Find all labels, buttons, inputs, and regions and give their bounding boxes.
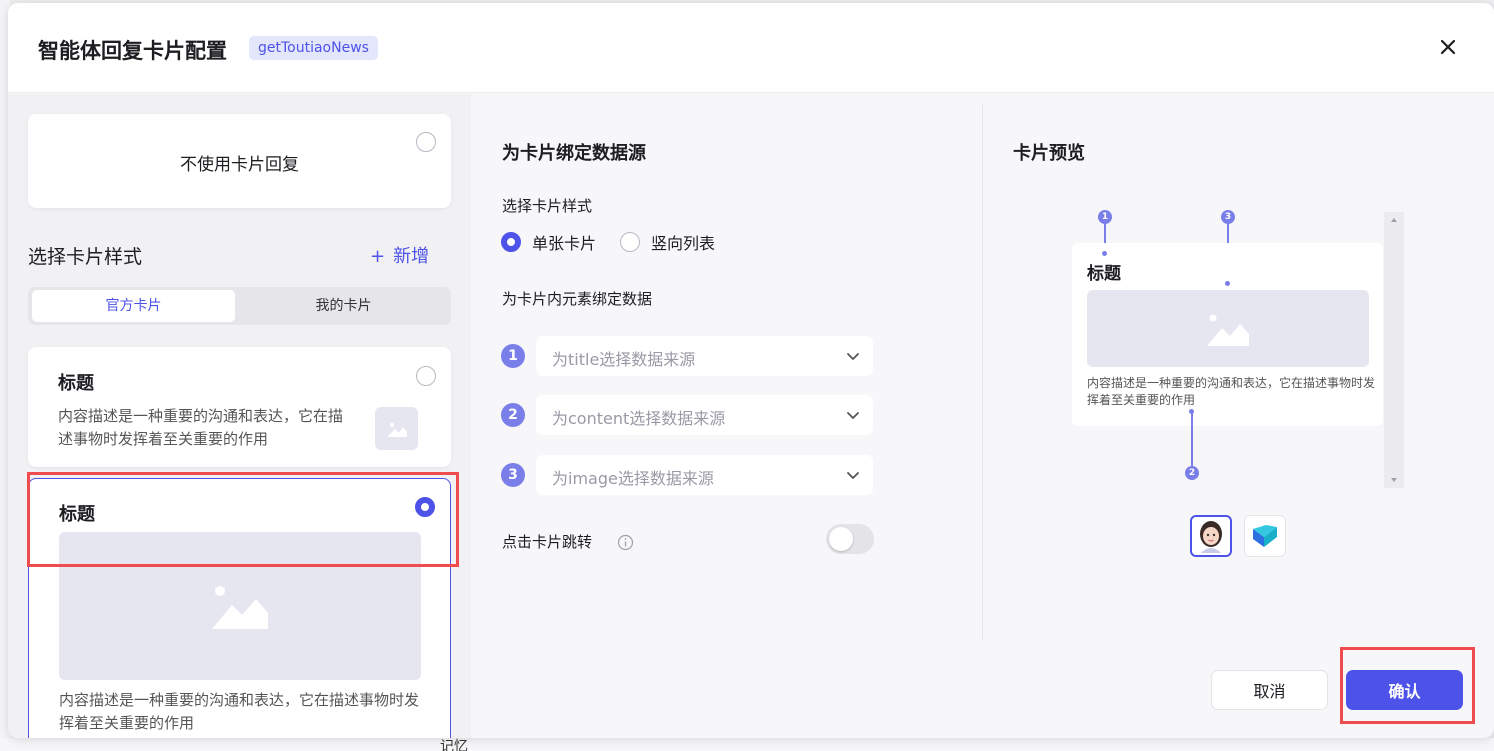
card-template-title: 标题 xyxy=(59,504,95,525)
preview-avatar-platform[interactable] xyxy=(1244,515,1286,557)
card-image-placeholder xyxy=(59,532,421,680)
preview-card-desc: 内容描述是一种重要的沟通和表达，它在描述事物时发挥着至关重要的作用 xyxy=(1087,376,1376,407)
bind-elements-label: 为卡片内元素绑定数据 xyxy=(502,290,653,308)
background-page-bottom xyxy=(0,738,1494,751)
card-template-radio[interactable] xyxy=(416,366,436,386)
plus-icon: + xyxy=(370,246,386,267)
image-placeholder-icon xyxy=(1207,314,1249,346)
chevron-down-icon xyxy=(847,353,859,360)
single-card-radio[interactable] xyxy=(501,232,521,252)
card-template-desc: 内容描述是一种重要的沟通和表达，它在描述事物时发挥着至关重要的作用 xyxy=(58,407,344,448)
info-icon[interactable] xyxy=(617,534,634,551)
title-source-select[interactable]: 为title选择数据来源 xyxy=(536,336,873,376)
card-template-radio-selected[interactable] xyxy=(415,497,435,517)
preview-card-title: 标题 xyxy=(1087,264,1121,284)
preview-card-image xyxy=(1087,290,1369,367)
section-title: 选择卡片样式 xyxy=(28,246,143,268)
chevron-down-icon xyxy=(847,412,859,419)
card-template-option-selected[interactable]: 标题 内容描述是一种重要的沟通和表达，它在描述事物时发挥着至关重要的作用 xyxy=(28,478,451,738)
dialog-title: 智能体回复卡片配置 xyxy=(38,39,227,63)
dialog-header: 智能体回复卡片配置 getToutiaoNews xyxy=(8,3,1494,93)
card-template-option[interactable]: 标题 内容描述是一种重要的沟通和表达，它在描述事物时发挥着至关重要的作用 xyxy=(28,347,451,467)
card-thumbnail xyxy=(375,407,418,450)
cancel-button[interactable]: 取消 xyxy=(1211,670,1328,710)
scroll-down-icon[interactable] xyxy=(1384,474,1404,486)
binding-row-image: 3 为image选择数据来源 xyxy=(501,455,873,495)
card-template-title: 标题 xyxy=(58,373,94,394)
card-jump-label: 点击卡片跳转 xyxy=(502,533,593,551)
binding-number-badge: 2 xyxy=(501,403,525,427)
card-style-panel: 不使用卡片回复 选择卡片样式 + 新增 官方卡片 我的卡片 标题 内容描述是一种重… xyxy=(8,94,471,738)
select-placeholder: 为image选择数据来源 xyxy=(552,469,714,488)
no-card-option[interactable]: 不使用卡片回复 xyxy=(28,114,451,208)
pin-anchor-3 xyxy=(1225,281,1230,286)
column-divider xyxy=(982,105,983,641)
add-card-label: 新增 xyxy=(393,246,430,267)
background-memory-label: 记忆 xyxy=(440,739,468,751)
style-label: 选择卡片样式 xyxy=(502,197,593,215)
pin-anchor-1 xyxy=(1102,251,1107,256)
binding-row-content: 2 为content选择数据来源 xyxy=(501,395,873,435)
pin-marker-2: 2 xyxy=(1185,466,1199,480)
no-card-radio[interactable] xyxy=(416,132,436,152)
close-button[interactable] xyxy=(1436,35,1460,59)
card-jump-toggle[interactable] xyxy=(826,524,874,554)
preview-title: 卡片预览 xyxy=(1013,143,1085,164)
image-placeholder-icon xyxy=(386,422,407,437)
scroll-up-icon[interactable] xyxy=(1384,214,1404,226)
preview-scrollbar[interactable] xyxy=(1384,212,1404,488)
card-template-desc: 内容描述是一种重要的沟通和表达，它在描述事物时发挥着至关重要的作用 xyxy=(59,691,420,732)
card-tabs: 官方卡片 我的卡片 xyxy=(28,287,451,325)
select-placeholder: 为title选择数据来源 xyxy=(552,350,696,369)
binding-row-title: 1 为title选择数据来源 xyxy=(501,336,873,376)
select-placeholder: 为content选择数据来源 xyxy=(552,409,726,428)
radio-single-card[interactable]: 单张卡片 xyxy=(501,230,596,254)
tab-my-cards[interactable]: 我的卡片 xyxy=(242,290,445,322)
preview-card: 标题 内容描述是一种重要的沟通和表达，它在描述事物时发挥着至关重要的作用 xyxy=(1072,243,1383,426)
radio-vertical-list[interactable]: 竖向列表 xyxy=(620,230,715,254)
confirm-button[interactable]: 确认 xyxy=(1346,670,1463,710)
pin-marker-1: 1 xyxy=(1098,210,1112,224)
single-card-label: 单张卡片 xyxy=(532,234,597,253)
pin-line-2 xyxy=(1191,413,1193,466)
card-config-dialog: 智能体回复卡片配置 getToutiaoNews 不使用卡片回复 选择卡片样式 … xyxy=(8,3,1494,738)
user-avatar-icon xyxy=(1200,521,1222,553)
content-source-select[interactable]: 为content选择数据来源 xyxy=(536,395,873,435)
toggle-knob xyxy=(829,527,853,551)
preview-avatar-user[interactable] xyxy=(1190,515,1232,557)
vertical-list-label: 竖向列表 xyxy=(651,234,716,253)
api-name-badge: getToutiaoNews xyxy=(249,36,378,60)
tab-official-cards[interactable]: 官方卡片 xyxy=(32,290,235,322)
platform-logo-icon xyxy=(1253,525,1277,547)
chevron-down-icon xyxy=(847,472,859,479)
bind-datasource-title: 为卡片绑定数据源 xyxy=(502,143,646,164)
vertical-list-radio[interactable] xyxy=(620,232,640,252)
binding-number-badge: 3 xyxy=(501,463,525,487)
binding-number-badge: 1 xyxy=(501,344,525,368)
image-placeholder-icon xyxy=(212,586,268,629)
pin-marker-3: 3 xyxy=(1221,210,1235,224)
image-source-select[interactable]: 为image选择数据来源 xyxy=(536,455,873,495)
add-card-button[interactable]: + 新增 xyxy=(370,242,437,268)
no-card-label: 不使用卡片回复 xyxy=(180,155,299,175)
close-icon xyxy=(1440,39,1456,55)
